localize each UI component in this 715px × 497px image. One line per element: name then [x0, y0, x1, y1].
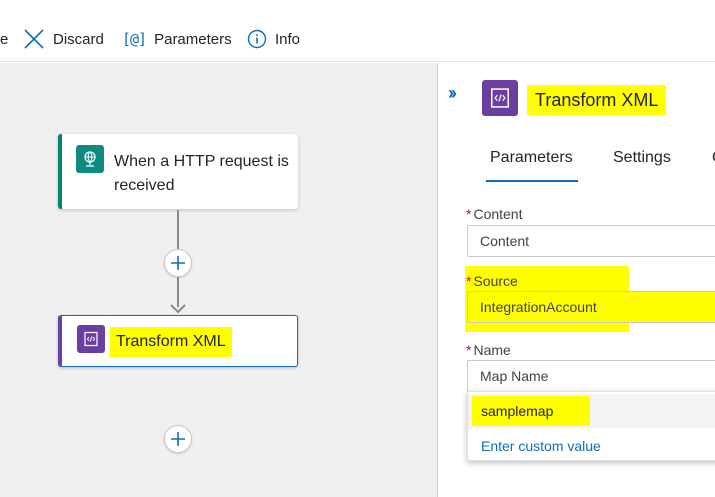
- name-label: * Name: [466, 342, 511, 358]
- active-tab-indicator: [486, 180, 578, 182]
- discard-label: Discard: [53, 30, 104, 48]
- enter-custom-value-option[interactable]: Enter custom value: [481, 438, 601, 454]
- trigger-title: When a HTTP request is received: [114, 153, 289, 194]
- required-marker: *: [466, 273, 472, 289]
- discard-button[interactable]: Discard: [23, 26, 104, 52]
- transform-xml-icon: [77, 325, 105, 353]
- add-step-button[interactable]: [164, 249, 192, 277]
- designer-toolbar: e Discard [@] Parameters Info: [0, 0, 715, 62]
- action-details-panel: ›› Transform XML Parameters Settings C *…: [438, 63, 715, 497]
- map-name-field[interactable]: Map Name: [467, 360, 715, 392]
- plus-icon: [171, 256, 185, 270]
- required-marker: *: [466, 206, 472, 222]
- save-label: e: [0, 30, 9, 48]
- arrow-down-icon: [170, 304, 186, 314]
- tab-settings[interactable]: Settings: [613, 149, 671, 167]
- source-field[interactable]: IntegrationAccount: [467, 291, 715, 323]
- dropdown-option-label[interactable]: samplemap: [481, 403, 553, 419]
- save-button[interactable]: e: [0, 26, 8, 52]
- connector-line: [177, 210, 179, 250]
- info-button[interactable]: Info: [247, 26, 300, 52]
- map-name-dropdown: samplemap Enter custom value: [467, 391, 715, 461]
- parameters-icon: [@]: [122, 30, 147, 48]
- panel-title[interactable]: Transform XML: [527, 85, 667, 115]
- transform-xml-title: Transform XML: [110, 327, 232, 357]
- plus-icon: [171, 432, 185, 446]
- parameters-label: Parameters: [154, 30, 232, 48]
- info-icon: [247, 29, 267, 49]
- trigger-card[interactable]: When a HTTP request is received: [58, 134, 298, 209]
- http-request-icon: [76, 145, 104, 173]
- add-step-button[interactable]: [164, 425, 192, 453]
- close-icon: [23, 28, 45, 50]
- designer-canvas[interactable]: [0, 63, 437, 497]
- parameters-button[interactable]: [@] Parameters: [122, 26, 232, 52]
- info-label: Info: [275, 30, 301, 48]
- transform-xml-card[interactable]: Transform XML: [58, 315, 298, 367]
- content-label: * Content: [466, 206, 523, 222]
- transform-xml-icon: [482, 80, 518, 116]
- tab-parameters[interactable]: Parameters: [490, 149, 573, 167]
- collapse-panel-button[interactable]: ››: [448, 83, 457, 104]
- content-field[interactable]: Content: [467, 225, 715, 257]
- source-label: * Source: [466, 273, 518, 289]
- required-marker: *: [466, 342, 472, 358]
